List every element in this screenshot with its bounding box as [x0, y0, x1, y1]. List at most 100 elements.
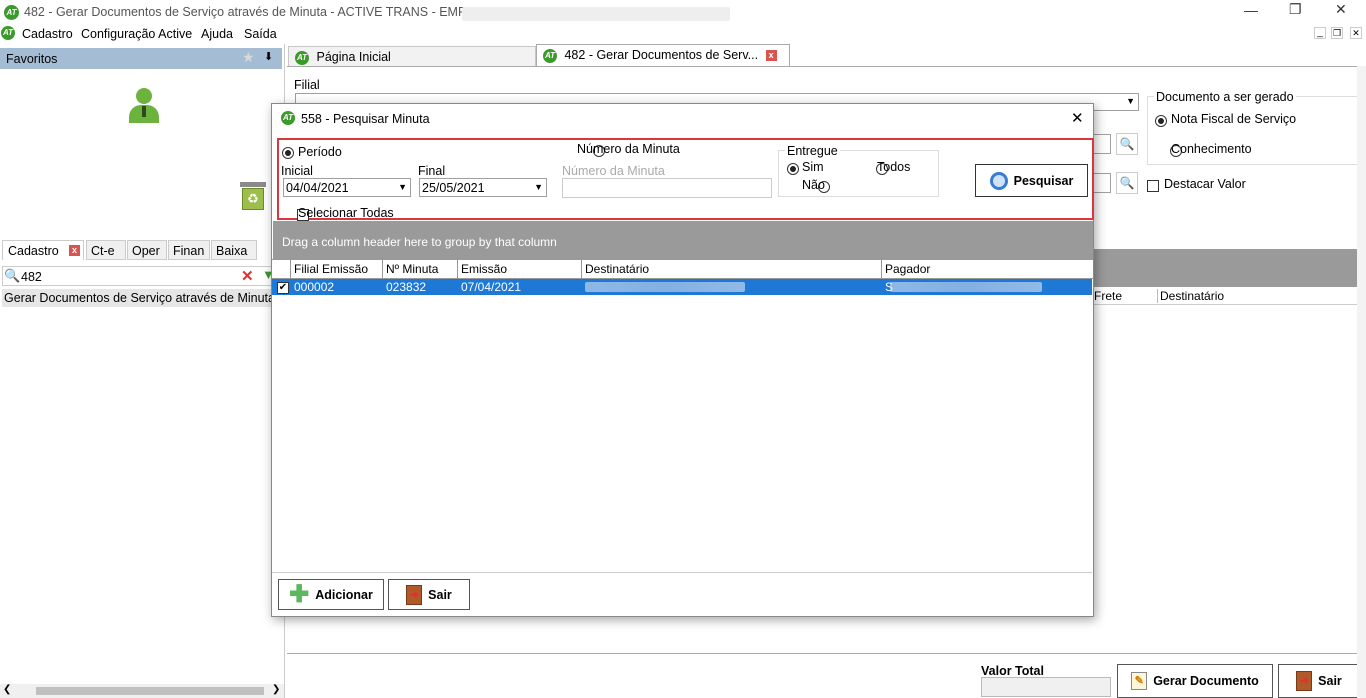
gerar-documento-label: Gerar Documento — [1153, 674, 1259, 688]
menubar: AT Cadastro Configuração Active Ajuda Sa… — [0, 24, 1366, 44]
inicial-date-field[interactable]: 04/04/2021 ▼ — [283, 178, 411, 197]
numero-minuta-field-label: Número da Minuta — [562, 164, 665, 178]
sidebar: Favoritos ★ ⬇ ♻ Cadastro x Ct-e Oper Fin… — [0, 44, 285, 698]
adicionar-button[interactable]: ✚ Adicionar — [278, 579, 384, 610]
main-vscrollbar[interactable] — [1357, 66, 1366, 698]
mdi-minimize-button[interactable]: _ — [1314, 27, 1326, 39]
documento-group: Documento a ser gerado Nota Fiscal de Se… — [1147, 90, 1359, 165]
nota-fiscal-radio[interactable] — [1155, 114, 1167, 127]
cell-pagador: S — [885, 280, 894, 294]
sair-main-label: Sair — [1318, 674, 1342, 688]
menu-saida[interactable]: Saída — [244, 27, 277, 41]
pesquisar-button[interactable]: Pesquisar — [975, 164, 1088, 197]
conhecimento-label: Conhecimento — [1171, 142, 1252, 156]
chevron-down-icon[interactable]: ▼ — [1126, 96, 1135, 106]
sair-main-button[interactable]: ➜ Sair — [1278, 664, 1360, 698]
periodo-radio[interactable] — [282, 146, 294, 159]
cell-filial: 000002 — [294, 280, 335, 294]
mdi-restore-button[interactable]: ❐ — [1331, 27, 1343, 39]
star-icon[interactable]: ★ — [242, 49, 255, 66]
scroll-right-icon[interactable]: ❯ — [272, 684, 280, 695]
col-destinatario[interactable]: Destinatário — [582, 260, 882, 278]
entregue-group: Entregue Sim Todos Não — [778, 144, 939, 197]
mdi-close-button[interactable]: ✕ — [1350, 27, 1362, 39]
tab-pagina-inicial-label: Página Inicial — [316, 50, 391, 64]
user-avatar-icon — [128, 88, 160, 124]
col-filial-emissao[interactable]: Filial Emissão — [291, 260, 383, 278]
document-edit-icon: ✎ — [1131, 672, 1148, 690]
menu-ajuda[interactable]: Ajuda — [201, 27, 233, 41]
bg-col-destinatario[interactable]: Destinatário — [1160, 289, 1224, 303]
scroll-thumb[interactable] — [36, 687, 264, 695]
sidebar-tab-cadastro[interactable]: Cadastro x — [2, 240, 84, 260]
plus-icon: ✚ — [289, 580, 310, 608]
tab-pagina-inicial[interactable]: AT Página Inicial — [288, 46, 536, 66]
tab-gerar-documentos[interactable]: AT 482 - Gerar Documentos de Serv... x — [536, 44, 790, 66]
menu-configuracao[interactable]: Configuração Active — [81, 27, 192, 41]
tab-logo-icon: AT — [543, 48, 557, 63]
background-grid-header: Frete Destinatário — [1092, 287, 1366, 305]
title-bar: AT 482 - Gerar Documentos de Serviço atr… — [0, 0, 1366, 24]
nota-fiscal-label: Nota Fiscal de Serviço — [1171, 112, 1297, 126]
sidebar-tab-baixa[interactable]: Baixa — [211, 240, 257, 260]
recycle-bin-icon[interactable]: ♻ — [238, 182, 268, 212]
cell-destinatario-redacted — [585, 282, 745, 292]
sidebar-result-item[interactable]: Gerar Documentos de Serviço através de M… — [2, 289, 274, 307]
bg-col-frete[interactable]: Frete — [1092, 289, 1158, 303]
filter-panel: Período Inicial 04/04/2021 ▼ Final 25/05… — [277, 138, 1094, 221]
pin-icon[interactable]: ⬇ — [264, 50, 273, 63]
dialog-close-button[interactable]: ✕ — [1071, 109, 1084, 127]
search-icon[interactable]: 🔍 — [1116, 133, 1138, 155]
chevron-down-icon[interactable]: ▼ — [398, 182, 407, 192]
clear-search-icon[interactable]: ✕ — [241, 267, 254, 285]
menu-logo-icon: AT — [1, 26, 15, 40]
close-tab-icon[interactable]: x — [765, 50, 777, 62]
search-icon[interactable]: 🔍 — [1116, 172, 1138, 194]
minimize-button[interactable]: — — [1244, 2, 1258, 18]
dialog-title: 558 - Pesquisar Minuta — [301, 112, 430, 126]
cell-emissao: 07/04/2021 — [461, 280, 522, 294]
sidebar-result-label: Gerar Documentos de Serviço através de M… — [4, 291, 274, 305]
group-by-area: Drag a column header here to group by th… — [273, 221, 1093, 259]
app-logo-icon: AT — [4, 5, 19, 20]
numero-minuta-radio-label: Número da Minuta — [577, 142, 680, 156]
filial-label: Filial — [294, 78, 320, 92]
empresa-redacted — [462, 7, 730, 21]
col-pagador[interactable]: Pagador — [882, 260, 1092, 278]
grid-indicator-col — [273, 260, 291, 278]
favoritos-label: Favoritos — [6, 52, 58, 66]
magnifier-icon — [989, 171, 1008, 190]
sidebar-hscrollbar[interactable]: ❮ ❯ — [0, 684, 284, 698]
close-tab-icon[interactable]: x — [69, 245, 80, 256]
sidebar-tab-finan[interactable]: Finan — [168, 240, 210, 260]
pesquisar-label: Pesquisar — [1013, 173, 1074, 188]
destacar-valor-checkbox[interactable] — [1147, 179, 1159, 192]
selecionar-todas-label: Selecionar Todas — [298, 206, 394, 220]
tab-logo-icon: AT — [295, 50, 309, 65]
close-window-button[interactable]: ✕ — [1335, 1, 1347, 18]
sidebar-tab-oper[interactable]: Oper — [127, 240, 167, 260]
numero-minuta-input[interactable] — [562, 178, 772, 198]
cell-minuta: 023832 — [386, 280, 427, 294]
favoritos-header: Favoritos ★ ⬇ — [0, 48, 282, 69]
valor-total-label: Valor Total — [981, 664, 1044, 678]
nao-label: Não — [802, 178, 825, 192]
col-numero-minuta[interactable]: Nº Minuta — [383, 260, 458, 278]
sim-radio[interactable] — [787, 162, 799, 175]
sair-dialog-button[interactable]: ➜ Sair — [388, 579, 470, 610]
sidebar-search-input[interactable]: 482 — [21, 270, 231, 284]
documento-group-label: Documento a ser gerado — [1154, 90, 1296, 104]
sidebar-tab-cte[interactable]: Ct-e — [86, 240, 126, 260]
scroll-left-icon[interactable]: ❮ — [3, 684, 11, 695]
valor-total-field — [981, 677, 1111, 697]
cell-pagador-redacted — [890, 282, 1042, 292]
menu-cadastro[interactable]: Cadastro — [22, 27, 73, 41]
col-emissao[interactable]: Emissão — [458, 260, 582, 278]
restore-button[interactable]: ❐ — [1289, 1, 1302, 18]
final-label: Final — [418, 164, 446, 178]
gerar-documento-button[interactable]: ✎ Gerar Documento — [1117, 664, 1273, 698]
chevron-down-icon[interactable]: ▼ — [534, 182, 543, 192]
row-select-checkbox[interactable]: ✔ — [277, 281, 289, 294]
entregue-label: Entregue — [785, 144, 840, 158]
final-date-field[interactable]: 25/05/2021 ▼ — [419, 178, 547, 197]
